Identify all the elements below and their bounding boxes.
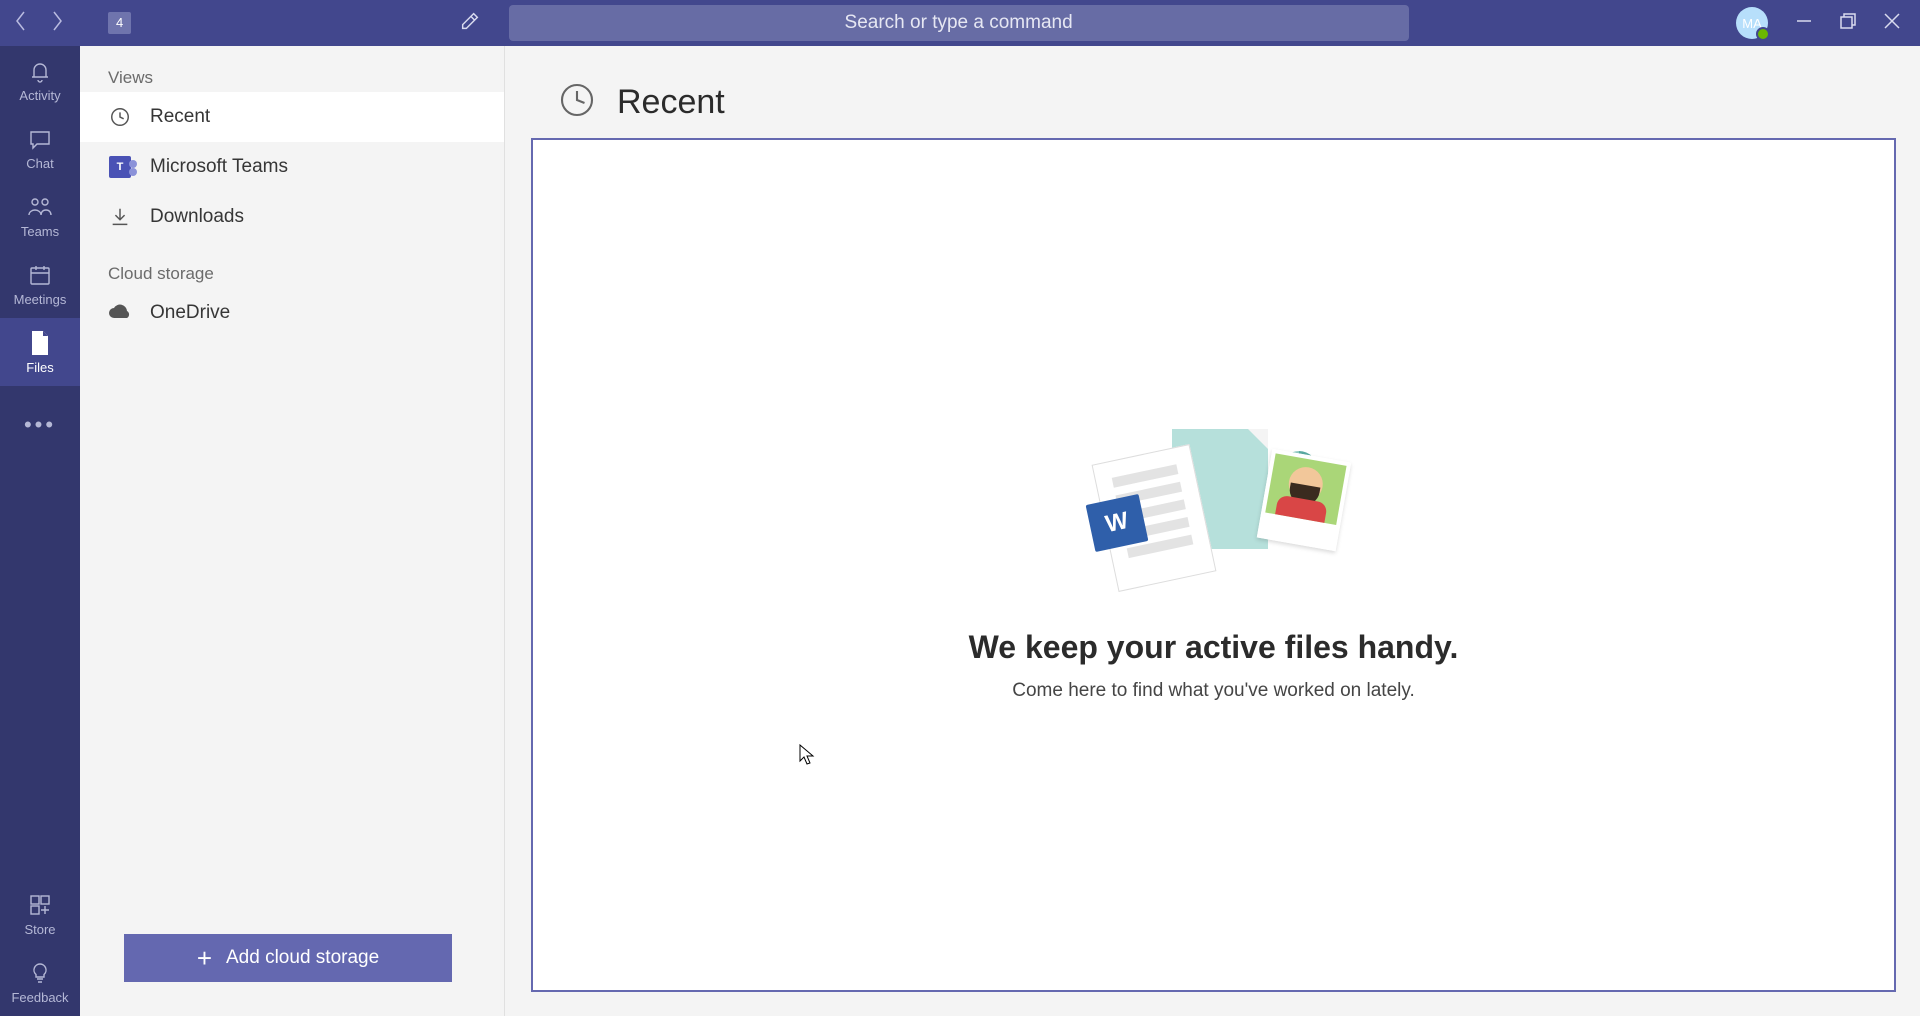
rail-label: Files — [26, 360, 53, 375]
teams-app-icon: T — [108, 155, 132, 179]
rail-more[interactable]: ••• — [0, 386, 80, 454]
lightbulb-icon — [28, 960, 52, 986]
minimize-button[interactable] — [1796, 13, 1812, 34]
rail-activity[interactable]: Activity — [0, 46, 80, 114]
empty-subtitle: Come here to find what you've worked on … — [1012, 680, 1415, 702]
sidebar-item-downloads[interactable]: Downloads — [80, 192, 504, 242]
bell-icon — [28, 58, 52, 84]
content-area: Recent W We keep your active files handy… — [505, 46, 1920, 1016]
add-storage-label: Add cloud storage — [226, 947, 379, 969]
chat-icon — [28, 126, 52, 152]
notification-badge[interactable]: 4 — [108, 12, 131, 34]
rail-chat[interactable]: Chat — [0, 114, 80, 182]
empty-state: W We keep your active files handy. Come … — [531, 138, 1896, 992]
rail-teams[interactable]: Teams — [0, 182, 80, 250]
sidebar-item-label: OneDrive — [150, 302, 230, 324]
avatar[interactable]: MA — [1736, 7, 1768, 39]
files-illustration: W — [1084, 429, 1344, 589]
rail-label: Teams — [21, 224, 59, 239]
rail-label: Chat — [26, 156, 53, 171]
sidebar-item-recent[interactable]: Recent — [80, 92, 504, 142]
plus-icon: + — [197, 943, 212, 974]
search-input[interactable] — [509, 5, 1409, 41]
close-button[interactable] — [1884, 13, 1900, 34]
store-icon — [28, 892, 52, 918]
rail-feedback[interactable]: Feedback — [0, 948, 80, 1016]
teams-icon — [27, 194, 53, 220]
back-button[interactable] — [14, 10, 28, 37]
cloud-header: Cloud storage — [80, 242, 504, 288]
forward-button[interactable] — [50, 10, 64, 37]
onedrive-icon — [108, 301, 132, 325]
calendar-icon — [28, 262, 52, 288]
rail-files[interactable]: Files — [0, 318, 80, 386]
compose-icon[interactable] — [459, 10, 481, 37]
sidebar-item-label: Microsoft Teams — [150, 156, 288, 178]
sidebar-item-label: Recent — [150, 106, 210, 128]
presence-indicator — [1756, 27, 1770, 41]
content-header: Recent — [531, 66, 1896, 138]
files-sidebar: Views Recent T Microsoft Teams Downloads… — [80, 46, 505, 1016]
rail-store[interactable]: Store — [0, 880, 80, 948]
file-icon — [29, 330, 51, 356]
clock-icon — [108, 105, 132, 129]
sidebar-item-onedrive[interactable]: OneDrive — [80, 288, 504, 338]
rail-label: Store — [24, 922, 55, 937]
title-bar: 4 MA — [0, 0, 1920, 46]
views-header: Views — [80, 46, 504, 92]
rail-label: Meetings — [14, 292, 67, 307]
sidebar-item-teams[interactable]: T Microsoft Teams — [80, 142, 504, 192]
maximize-button[interactable] — [1840, 13, 1856, 34]
page-title: Recent — [617, 83, 725, 122]
empty-title: We keep your active files handy. — [969, 629, 1459, 666]
more-icon: ••• — [24, 402, 56, 438]
rail-meetings[interactable]: Meetings — [0, 250, 80, 318]
app-rail: Activity Chat Teams Meetings Files — [0, 46, 80, 1016]
rail-label: Activity — [19, 88, 60, 103]
download-icon — [108, 205, 132, 229]
add-cloud-storage-button[interactable]: + Add cloud storage — [124, 934, 452, 982]
rail-label: Feedback — [11, 990, 68, 1005]
clock-icon — [559, 82, 595, 123]
sidebar-item-label: Downloads — [150, 206, 244, 228]
